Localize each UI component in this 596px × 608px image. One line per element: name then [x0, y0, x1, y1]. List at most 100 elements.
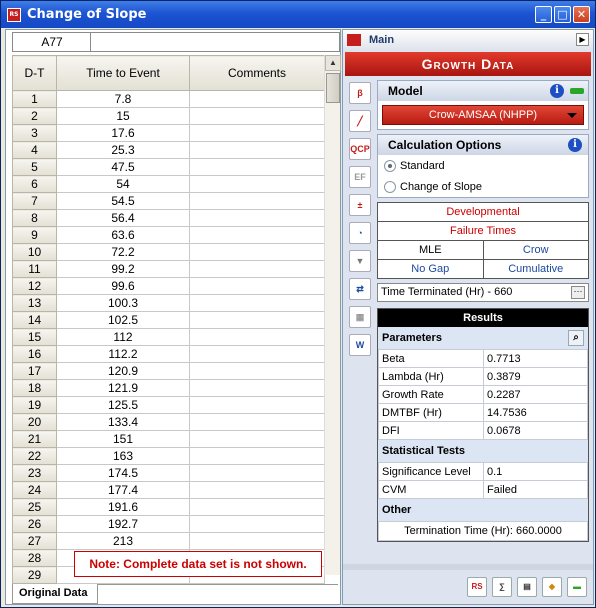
table-row[interactable]: 23 174.5 [12, 464, 325, 482]
comments-cell[interactable] [189, 260, 325, 278]
time-to-event-cell[interactable]: 112.2 [56, 345, 190, 363]
time-to-event-cell[interactable]: 54 [56, 175, 190, 193]
row-number[interactable]: 15 [12, 328, 57, 346]
scroll-up-icon[interactable]: ▲ [325, 55, 341, 71]
row-number[interactable]: 6 [12, 175, 57, 193]
table-row[interactable]: 25 191.6 [12, 498, 325, 516]
comments-cell[interactable] [189, 294, 325, 312]
row-number[interactable]: 17 [12, 362, 57, 380]
row-number[interactable]: 25 [12, 498, 57, 516]
time-to-event-cell[interactable]: 72.2 [56, 243, 190, 261]
qcp-icon[interactable]: QCP [349, 138, 371, 160]
table-row[interactable]: 11 99.2 [12, 260, 325, 278]
comments-cell[interactable] [189, 379, 325, 397]
comments-cell[interactable] [189, 311, 325, 329]
summary-developmental[interactable]: Developmental [377, 202, 589, 222]
close-button[interactable]: ✕ [573, 6, 590, 23]
comments-cell[interactable] [189, 175, 325, 193]
time-to-event-cell[interactable]: 213 [56, 532, 190, 550]
summary-method[interactable]: MLE [377, 240, 484, 260]
time-to-event-cell[interactable]: 56.4 [56, 209, 190, 227]
comments-cell[interactable] [189, 124, 325, 142]
comments-cell[interactable] [189, 345, 325, 363]
tab-original-data[interactable]: Original Data [12, 584, 98, 604]
green-bar-icon[interactable]: ▬ [567, 577, 587, 597]
table-row[interactable]: 22 163 [12, 447, 325, 465]
row-number[interactable]: 19 [12, 396, 57, 414]
radio-unselected-icon[interactable] [384, 180, 396, 193]
row-number[interactable]: 2 [12, 107, 57, 125]
table-row[interactable]: 9 63.6 [12, 226, 325, 244]
book-icon[interactable]: ▤ [517, 577, 537, 597]
table-row[interactable]: 5 47.5 [12, 158, 325, 176]
info-icon[interactable]: i [550, 84, 564, 98]
table-row[interactable]: 12 99.6 [12, 277, 325, 295]
table-row[interactable]: 21 151 [12, 430, 325, 448]
time-to-event-cell[interactable]: 47.5 [56, 158, 190, 176]
time-to-event-cell[interactable]: 63.6 [56, 226, 190, 244]
comments-cell[interactable] [189, 141, 325, 159]
row-number[interactable]: 11 [12, 260, 57, 278]
transfer-icon[interactable]: ⇄ [349, 278, 371, 300]
row-number[interactable]: 12 [12, 277, 57, 295]
comments-cell[interactable] [189, 481, 325, 499]
table-row[interactable]: 10 72.2 [12, 243, 325, 261]
summary-method-value[interactable]: Crow [482, 240, 589, 260]
row-number[interactable]: 29 [12, 566, 57, 584]
comments-cell[interactable] [189, 430, 325, 448]
row-number[interactable]: 8 [12, 209, 57, 227]
table-row[interactable]: 15 112 [12, 328, 325, 346]
row-number[interactable]: 13 [12, 294, 57, 312]
row-number[interactable]: 16 [12, 345, 57, 363]
time-to-event-cell[interactable]: 99.6 [56, 277, 190, 295]
comments-cell[interactable] [189, 498, 325, 516]
time-to-event-cell[interactable]: 112 [56, 328, 190, 346]
table-row[interactable]: 6 54 [12, 175, 325, 193]
comments-cell[interactable] [189, 515, 325, 533]
row-number[interactable]: 14 [12, 311, 57, 329]
time-to-event-cell[interactable]: 17.6 [56, 124, 190, 142]
row-number[interactable]: 22 [12, 447, 57, 465]
diamond-icon[interactable]: ◆ [542, 577, 562, 597]
row-number[interactable]: 3 [12, 124, 57, 142]
table-row[interactable]: 27 213 [12, 532, 325, 550]
row-number[interactable]: 26 [12, 515, 57, 533]
radio-selected-icon[interactable] [384, 159, 396, 172]
table-row[interactable]: 2 15 [12, 107, 325, 125]
row-number[interactable]: 7 [12, 192, 57, 210]
time-to-event-cell[interactable]: 7.8 [56, 90, 190, 108]
summary-failure-times[interactable]: Failure Times [377, 221, 589, 241]
time-to-event-cell[interactable]: 25.3 [56, 141, 190, 159]
row-number[interactable]: 27 [12, 532, 57, 550]
column-header-dt[interactable]: D-T [12, 55, 57, 91]
row-number[interactable]: 21 [12, 430, 57, 448]
comments-cell[interactable] [189, 209, 325, 227]
report-icon[interactable]: ▦ [349, 306, 371, 328]
time-to-event-cell[interactable]: 99.2 [56, 260, 190, 278]
comments-cell[interactable] [189, 413, 325, 431]
time-to-event-cell[interactable]: 163 [56, 447, 190, 465]
row-number[interactable]: 5 [12, 158, 57, 176]
vertical-scrollbar[interactable]: ▲ [324, 55, 341, 575]
time-to-event-cell[interactable]: 174.5 [56, 464, 190, 482]
comments-cell[interactable] [189, 396, 325, 414]
table-row[interactable]: 26 192.7 [12, 515, 325, 533]
time-to-event-cell[interactable]: 133.4 [56, 413, 190, 431]
time-to-event-cell[interactable]: 177.4 [56, 481, 190, 499]
time-terminated-field[interactable]: Time Terminated (Hr) - 660 ··· [377, 283, 589, 302]
table-row[interactable]: 16 112.2 [12, 345, 325, 363]
minimize-button[interactable]: _ [535, 6, 552, 23]
comments-cell[interactable] [189, 532, 325, 550]
rs-icon[interactable]: RS [467, 577, 487, 597]
table-row[interactable]: 17 120.9 [12, 362, 325, 380]
table-row[interactable]: 19 125.5 [12, 396, 325, 414]
comments-cell[interactable] [189, 362, 325, 380]
comments-cell[interactable] [189, 447, 325, 465]
row-number[interactable]: 9 [12, 226, 57, 244]
formula-bar-input[interactable] [90, 32, 340, 52]
info-icon[interactable]: i [568, 138, 582, 152]
row-number[interactable]: 4 [12, 141, 57, 159]
web-icon[interactable]: W [349, 334, 371, 356]
comments-cell[interactable] [189, 107, 325, 125]
row-number[interactable]: 24 [12, 481, 57, 499]
